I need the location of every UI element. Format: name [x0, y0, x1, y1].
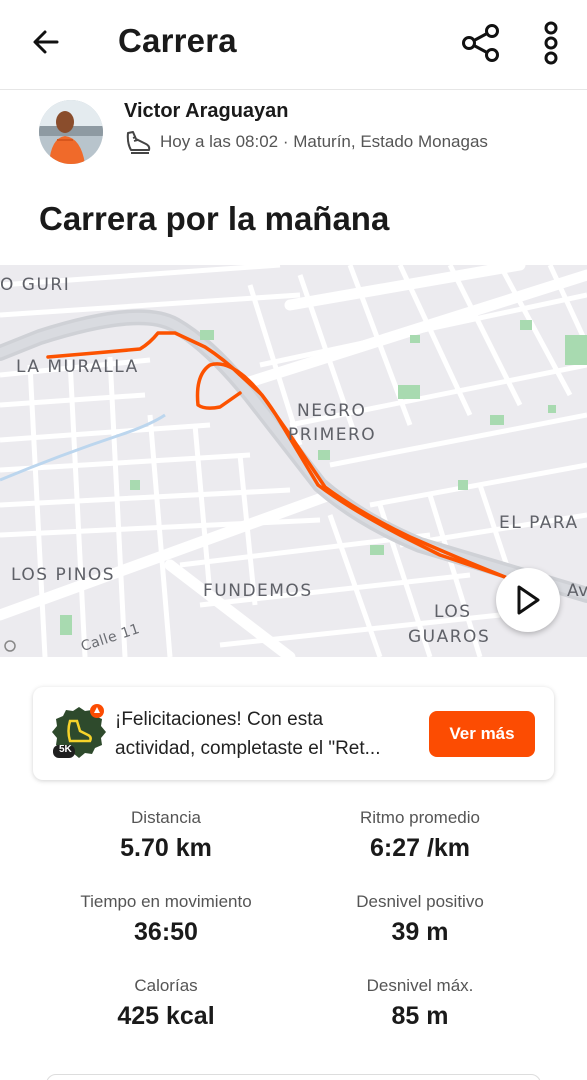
promo-line-2: actividad, completaste el "Ret... [115, 738, 381, 759]
stat-moving-time: Tiempo en movimiento 36:50 [36, 892, 296, 947]
stat-label: Calorías [134, 976, 198, 995]
map-label-guaros: GUAROS [408, 627, 491, 647]
promo-message: ¡Felicitaciones! Con esta actividad, com… [115, 705, 435, 763]
stat-calories: Calorías 425 kcal [36, 976, 296, 1031]
promo-line-1: ¡Felicitaciones! Con esta [115, 709, 324, 730]
stat-distance: Distancia 5.70 km [36, 808, 296, 863]
top-app-bar: Carrera [0, 0, 587, 90]
activity-date-location: Hoy a las 08:02 · Maturín, Estado Monaga… [160, 132, 488, 151]
see-more-button[interactable]: Ver más [429, 711, 535, 757]
running-shoe-icon [126, 131, 151, 154]
activity-meta: Hoy a las 08:02 · Maturín, Estado Monaga… [124, 129, 488, 155]
athlete-name[interactable]: Victor Araguayan [124, 100, 289, 123]
badge-label: 5K [59, 744, 72, 755]
play-flyover-button[interactable] [496, 568, 560, 632]
stat-value: 39 m [391, 918, 449, 946]
stat-label: Ritmo promedio [360, 808, 480, 827]
stat-value: 5.70 km [120, 834, 212, 862]
more-options-button[interactable] [532, 18, 570, 68]
map-label-primero: PRIMERO [288, 425, 377, 445]
back-button[interactable] [26, 22, 66, 62]
map-label-los-pinos: LOS PINOS [11, 565, 116, 585]
map-label-guri: O GURI [0, 275, 71, 295]
stat-label: Tiempo en movimiento [80, 892, 252, 911]
more-vertical-icon [544, 21, 558, 65]
map-label-el-para: EL PARA [499, 513, 579, 533]
map-label-la-muralla: LA MURALLA [16, 357, 139, 377]
page-title: Carrera [118, 22, 237, 59]
activity-title: Carrera por la mañana [39, 200, 390, 237]
map-label-fundemos: FUNDEMOS [203, 581, 313, 601]
stat-value: 425 kcal [117, 1002, 215, 1030]
stat-label: Desnivel máx. [366, 976, 474, 995]
share-icon [462, 24, 499, 62]
stat-label: Distancia [131, 808, 201, 827]
stat-avg-pace: Ritmo promedio 6:27 /km [290, 808, 550, 863]
arrow-left-icon [33, 30, 59, 54]
stat-elevation-gain: Desnivel positivo 39 m [290, 892, 550, 947]
map-label-av: Av [567, 581, 587, 601]
avatar[interactable] [39, 100, 103, 164]
play-icon [517, 585, 540, 615]
stat-value: 6:27 /km [369, 834, 471, 862]
stat-value: 85 m [391, 1002, 449, 1030]
stat-label: Desnivel positivo [356, 892, 484, 911]
stat-max-elevation: Desnivel máx. 85 m [290, 976, 550, 1031]
next-card-edge [46, 1074, 541, 1080]
stat-value: 36:50 [134, 918, 198, 946]
share-button[interactable] [458, 20, 504, 66]
athlete-row: Victor Araguayan Hoy a las 08:02 · Matur… [0, 95, 587, 165]
challenge-promo-card: 5K ¡Felicitaciones! Con esta actividad, … [33, 687, 554, 780]
map-label-negro: NEGRO [297, 401, 367, 421]
map-label-los: LOS [434, 602, 472, 622]
